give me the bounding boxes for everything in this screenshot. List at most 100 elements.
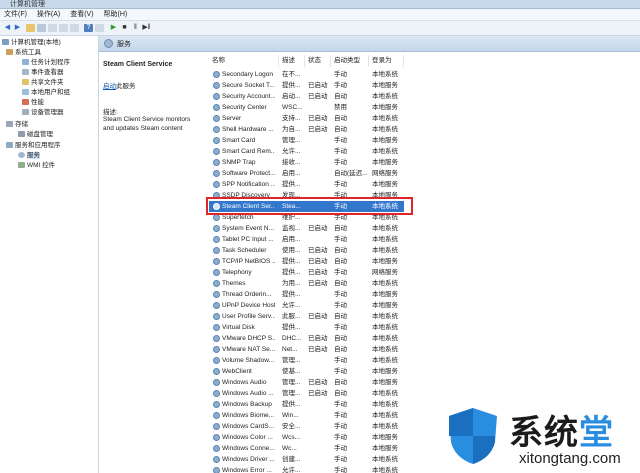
refresh-icon[interactable] xyxy=(59,24,68,32)
stop-icon[interactable]: ■ xyxy=(120,24,129,32)
service-description: 为自... xyxy=(282,126,301,133)
service-startup-type: 手动 xyxy=(334,269,347,276)
properties-icon[interactable] xyxy=(48,24,57,32)
column-header-startup-type[interactable]: 启动类型 xyxy=(331,55,369,67)
service-row[interactable]: Smart Card Rem... 允许... 手动 本地系统 xyxy=(209,146,404,157)
back-icon[interactable]: ◀ xyxy=(3,24,12,32)
menu-view[interactable]: 查看(V) xyxy=(70,9,93,20)
service-startup-type: 自动 xyxy=(334,280,347,287)
console-tree-icon[interactable] xyxy=(37,24,46,32)
service-description: 在不... xyxy=(282,71,301,78)
service-row[interactable]: Windows Conne... Wc... 手动 本地服务 xyxy=(209,443,404,454)
help-icon[interactable]: ? xyxy=(84,24,93,32)
service-row[interactable]: Security Center WSC... 禁用 本地服务 xyxy=(209,102,404,113)
service-icon xyxy=(213,247,220,254)
service-row[interactable]: Shell Hardware ... 为自... 已启动 自动 本地系统 xyxy=(209,124,404,135)
service-row[interactable]: Security Account... 启动... 已启动 自动 本地系统 xyxy=(209,91,404,102)
view-icon[interactable] xyxy=(95,24,104,32)
service-row[interactable]: SNMP Trap 接收... 手动 本地服务 xyxy=(209,157,404,168)
service-row[interactable]: SPP Notification ... 提供... 手动 本地服务 xyxy=(209,179,404,190)
tree-item-performance[interactable]: 性能 xyxy=(22,98,44,107)
service-row[interactable]: Volume Shadow... 管理... 手动 本地系统 xyxy=(209,355,404,366)
service-icon xyxy=(213,258,220,265)
event-viewer-icon xyxy=(22,69,29,76)
service-description: 接收... xyxy=(282,159,301,166)
service-status: 已启动 xyxy=(308,313,328,320)
service-row[interactable]: Secondary Logon 在不... 手动 本地系统 xyxy=(209,69,404,80)
start-service-link[interactable]: 启动此服务 xyxy=(103,80,136,90)
service-name: System Event N... xyxy=(222,225,275,232)
description-text: Steam Client Service monitors and update… xyxy=(103,116,191,132)
service-row[interactable]: Themes 为用... 已启动 自动 本地系统 xyxy=(209,278,404,289)
service-row[interactable]: VMware DHCP S... DHC... 已启动 自动 本地系统 xyxy=(209,333,404,344)
service-row[interactable]: System Event N... 监视... 已启动 自动 本地系统 xyxy=(209,223,404,234)
column-header-name[interactable]: 名称 xyxy=(209,55,279,67)
service-row[interactable]: Windows Driver ... 创建... 手动 本地系统 xyxy=(209,454,404,465)
service-icon xyxy=(213,346,220,353)
service-description: 创建... xyxy=(282,456,301,463)
service-row[interactable]: Server 支持... 已启动 自动 本地系统 xyxy=(209,113,404,124)
export-icon[interactable] xyxy=(70,24,79,32)
service-row[interactable]: VMware NAT Se... Net... 已启动 自动 本地系统 xyxy=(209,344,404,355)
service-name: Windows Conne... xyxy=(222,445,275,452)
service-row[interactable]: Tablet PC Input ... 启用... 手动 本地系统 xyxy=(209,234,404,245)
tree-item-services-and-apps[interactable]: 服务和应用程序 xyxy=(6,141,61,150)
tree-item-storage[interactable]: 存储 xyxy=(6,120,28,129)
column-header-logon-as[interactable]: 登录为 xyxy=(369,55,404,67)
menu-file[interactable]: 文件(F) xyxy=(4,9,27,20)
restart-icon[interactable]: ▶‖ xyxy=(142,24,151,32)
service-row[interactable]: Software Protect... 启用... 自动(延迟... 网络服务 xyxy=(209,168,404,179)
tree-item-computer-management[interactable]: 计算机管理(本地) xyxy=(2,38,61,47)
service-row[interactable]: WebClient 使基... 手动 本地服务 xyxy=(209,366,404,377)
service-row[interactable]: Thread Orderin... 提供... 手动 本地服务 xyxy=(209,289,404,300)
folder-icon[interactable] xyxy=(26,24,35,32)
service-description: 此服... xyxy=(282,313,301,320)
service-logon-as: 本地系统 xyxy=(372,313,398,320)
menu-help[interactable]: 帮助(H) xyxy=(104,9,128,20)
service-row[interactable]: Secure Socket T... 提供... 已启动 手动 本地服务 xyxy=(209,80,404,91)
disk-icon xyxy=(18,131,25,138)
tree-item-system-tools[interactable]: 系统工具 xyxy=(6,48,41,57)
tree-item-shared-folders[interactable]: 共享文件夹 xyxy=(22,78,64,87)
service-row[interactable]: Virtual Disk 提供... 手动 本地系统 xyxy=(209,322,404,333)
service-name: Windows Driver ... xyxy=(222,456,275,463)
start-icon[interactable]: ▶ xyxy=(109,24,118,32)
service-description: DHC... xyxy=(282,335,302,342)
forward-icon[interactable]: ▶ xyxy=(13,24,22,32)
tree-item-services[interactable]: 服务 xyxy=(18,151,40,160)
tree-item-task-scheduler[interactable]: 任务计划程序 xyxy=(22,58,70,67)
tree-item-wmi-control[interactable]: WMI 控件 xyxy=(18,161,55,170)
tree-item-disk-management[interactable]: 磁盘管理 xyxy=(18,130,53,139)
service-logon-as: 本地系统 xyxy=(372,335,398,342)
services-apps-icon xyxy=(6,142,13,149)
service-row[interactable]: TCP/IP NetBIOS ... 提供... 已启动 自动 本地服务 xyxy=(209,256,404,267)
service-row[interactable]: Windows Biome... Win... 手动 本地系统 xyxy=(209,410,404,421)
service-row[interactable]: Smart Card 管理... 手动 本地服务 xyxy=(209,135,404,146)
console-tree: 计算机管理(本地) 系统工具 任务计划程序 事件查看器 共享文件夹 本地用户和组… xyxy=(0,36,99,473)
service-row[interactable]: Windows Error ... 允许... 手动 本地系统 xyxy=(209,465,404,473)
pause-icon[interactable]: ‖ xyxy=(131,24,140,32)
service-row[interactable]: User Profile Serv... 此服... 已启动 自动 本地系统 xyxy=(209,311,404,322)
service-row[interactable]: Task Scheduler 使用... 已启动 自动 本地系统 xyxy=(209,245,404,256)
tree-item-event-viewer[interactable]: 事件查看器 xyxy=(22,68,64,77)
service-row[interactable]: Windows CardS... 安全... 手动 本地系统 xyxy=(209,421,404,432)
service-row[interactable]: Windows Color ... Wcs... 手动 本地服务 xyxy=(209,432,404,443)
service-status: 已启动 xyxy=(308,280,328,287)
tree-item-device-manager[interactable]: 设备管理器 xyxy=(22,108,64,117)
service-logon-as: 本地系统 xyxy=(372,236,398,243)
column-header-description[interactable]: 描述 xyxy=(279,55,305,67)
service-row[interactable]: UPnP Device Host 允许... 手动 本地服务 xyxy=(209,300,404,311)
service-row[interactable]: Windows Audio ... 管理... 已启动 自动 本地系统 xyxy=(209,388,404,399)
gear-icon xyxy=(104,39,113,48)
tree-item-local-users[interactable]: 本地用户和组 xyxy=(22,88,70,97)
service-name: VMware NAT Se... xyxy=(222,346,275,353)
column-header-status[interactable]: 状态 xyxy=(305,55,331,67)
service-status xyxy=(308,366,331,377)
service-row[interactable]: Windows Audio 管理... 已启动 自动 本地服务 xyxy=(209,377,404,388)
service-name: TCP/IP NetBIOS ... xyxy=(222,258,275,265)
menu-action[interactable]: 操作(A) xyxy=(37,9,60,20)
service-row[interactable]: Windows Backup 提供... 手动 本地系统 xyxy=(209,399,404,410)
service-row[interactable]: Telephony 提供... 已启动 手动 网络服务 xyxy=(209,267,404,278)
start-link-text[interactable]: 启动 xyxy=(103,83,116,90)
service-logon-as: 本地系统 xyxy=(372,71,398,78)
